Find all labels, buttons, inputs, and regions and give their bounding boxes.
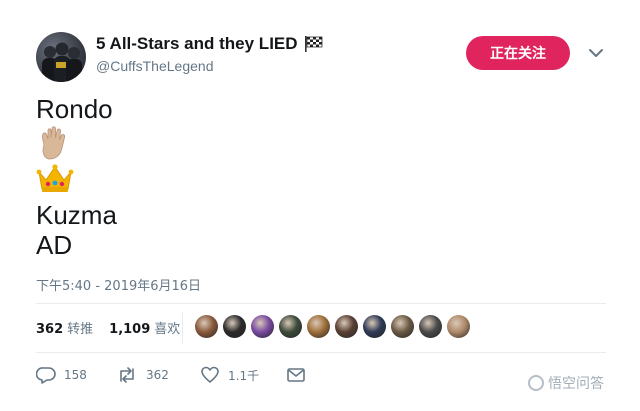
like-count: 1.1千 <box>228 368 260 383</box>
message-icon <box>286 366 306 384</box>
raised-hand-emoji <box>36 126 70 167</box>
wukong-logo-icon <box>528 375 544 391</box>
liker-avatar[interactable] <box>447 315 470 338</box>
tweet-timestamp[interactable]: 下午5:40 - 2019年6月16日 <box>36 275 201 294</box>
checkered-flag-icon <box>304 35 324 53</box>
tweet-text-line: Rondo <box>36 94 113 124</box>
retweets-stat[interactable]: 362 转推 <box>36 318 93 337</box>
user-handle[interactable]: @CuffsTheLegend <box>96 58 213 74</box>
tweet-actions: 158 362 1.1千 <box>36 366 306 384</box>
following-button[interactable]: 正在关注 <box>466 36 570 70</box>
heart-icon <box>200 366 220 384</box>
likes-count: 1,109 <box>109 322 151 337</box>
retweets-label: 转推 <box>67 322 94 337</box>
liker-avatar[interactable] <box>335 315 358 338</box>
chevron-down-icon[interactable] <box>588 46 604 58</box>
message-action[interactable] <box>286 366 306 384</box>
liker-avatar[interactable] <box>195 315 218 338</box>
liker-avatar[interactable] <box>251 315 274 338</box>
tweet-text-line: AD <box>36 230 73 260</box>
divider <box>36 303 606 304</box>
liker-avatar[interactable] <box>279 315 302 338</box>
retweet-action[interactable]: 362 <box>116 366 200 384</box>
like-action[interactable]: 1.1千 <box>200 366 286 384</box>
stats-separator <box>182 312 183 344</box>
crown-emoji <box>36 162 74 199</box>
liker-avatar[interactable] <box>223 315 246 338</box>
watermark-text: 悟空问答 <box>548 376 604 392</box>
liker-avatar[interactable] <box>307 315 330 338</box>
liker-avatar[interactable] <box>419 315 442 338</box>
likes-label: 喜欢 <box>154 322 181 337</box>
avatar[interactable] <box>36 32 86 82</box>
reply-count: 158 <box>64 368 87 382</box>
reply-icon <box>36 366 56 384</box>
divider <box>36 352 606 353</box>
retweets-count: 362 <box>36 322 64 337</box>
likes-stat[interactable]: 1,109 喜欢 <box>109 318 180 337</box>
liker-avatar[interactable] <box>391 315 414 338</box>
liker-avatar[interactable] <box>363 315 386 338</box>
tweet-text-line: Kuzma <box>36 200 117 230</box>
display-name-text[interactable]: 5 All-Stars and they LIED <box>96 34 298 54</box>
display-name[interactable]: 5 All-Stars and they LIED <box>96 34 324 54</box>
retweet-icon <box>116 366 138 384</box>
liker-avatars <box>195 315 470 338</box>
engagement-stats: 362 转推 1,109 喜欢 <box>36 318 180 337</box>
retweet-count: 362 <box>146 368 169 382</box>
watermark: 悟空问答 <box>528 373 604 393</box>
reply-action[interactable]: 158 <box>36 366 116 384</box>
